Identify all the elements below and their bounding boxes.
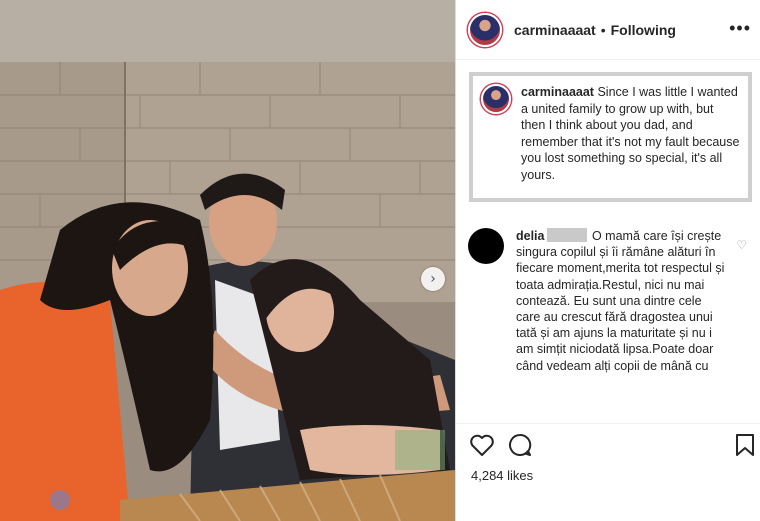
likes-count[interactable]: 4,284 likes: [471, 468, 533, 483]
caption: carminaaaat Since I was little I wanted …: [469, 72, 752, 202]
more-options-icon[interactable]: •••: [729, 18, 751, 39]
comment-like-heart-icon[interactable]: ♡: [736, 238, 747, 252]
comment-username[interactable]: delia: [516, 229, 545, 243]
avatar[interactable]: [468, 12, 502, 47]
caption-username[interactable]: carminaaaat: [521, 85, 594, 99]
post-header: carminaaaat • Following •••: [456, 0, 760, 60]
comment-icon[interactable]: [507, 433, 533, 457]
separator-dot: •: [600, 21, 606, 38]
comment-text: delia O mamă care își crește singura cop…: [516, 228, 726, 374]
family-photo-image: [0, 0, 455, 521]
comment-avatar[interactable]: [468, 228, 504, 264]
bookmark-icon[interactable]: [735, 433, 755, 457]
header-username[interactable]: carminaaaat: [514, 22, 596, 38]
post-side-panel: carminaaaat • Following ••• carminaaaat …: [455, 0, 760, 521]
redacted-name: [546, 228, 587, 242]
post-photo[interactable]: ›: [0, 0, 455, 521]
following-button[interactable]: Following: [611, 22, 676, 38]
comment-body: O mamă care își crește singura copilul ș…: [516, 229, 725, 373]
caption-body: Since I was little I wanted a united fam…: [521, 85, 740, 182]
comment-item: delia O mamă care își crește singura cop…: [468, 228, 753, 374]
caption-text: carminaaaat Since I was little I wanted …: [521, 84, 740, 190]
heart-icon[interactable]: [469, 433, 495, 457]
caption-avatar[interactable]: [481, 84, 511, 114]
post-actions: 4,284 likes: [456, 423, 760, 521]
chevron-right-icon[interactable]: ›: [421, 267, 445, 291]
carousel-next-glyph: ›: [430, 271, 436, 287]
